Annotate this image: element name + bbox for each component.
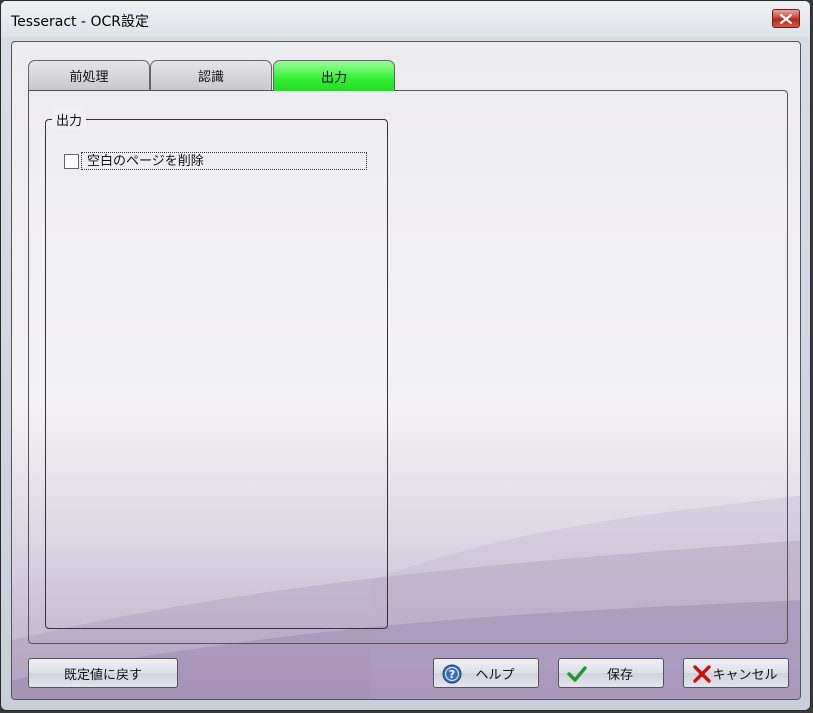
tab-label: 認識 bbox=[197, 70, 224, 85]
settings-dialog: Tesseract - OCR設定 前処理 認識 出力 出力 空白のページを削除… bbox=[0, 0, 811, 711]
checkmark-icon bbox=[567, 666, 587, 682]
delete-blank-pages-checkbox[interactable] bbox=[64, 153, 79, 169]
delete-blank-pages-label[interactable]: 空白のページを削除 bbox=[81, 152, 367, 170]
save-button[interactable]: 保存 bbox=[558, 658, 664, 688]
group-legend: 出力 bbox=[52, 110, 87, 129]
dialog-body: 前処理 認識 出力 出力 空白のページを削除 既定値に戻す ? ヘルプ 保存 キ… bbox=[11, 41, 801, 700]
output-tab-panel: 出力 空白のページを削除 bbox=[28, 90, 788, 644]
delete-blank-pages-option[interactable]: 空白のページを削除 bbox=[64, 152, 367, 170]
tab-preprocess[interactable]: 前処理 bbox=[28, 60, 150, 90]
help-icon: ? bbox=[442, 664, 462, 684]
save-label: 保存 bbox=[606, 667, 633, 683]
tab-output[interactable]: 出力 bbox=[273, 60, 395, 91]
help-button[interactable]: ? ヘルプ bbox=[433, 658, 539, 688]
reset-defaults-button[interactable]: 既定値に戻す bbox=[28, 658, 178, 688]
title-bar[interactable]: Tesseract - OCR設定 bbox=[1, 1, 810, 37]
tab-recognition[interactable]: 認識 bbox=[150, 60, 272, 90]
close-button[interactable] bbox=[772, 9, 800, 28]
tab-label: 出力 bbox=[320, 70, 347, 86]
tab-label: 前処理 bbox=[69, 70, 109, 85]
cancel-button[interactable]: キャンセル bbox=[683, 658, 789, 688]
reset-defaults-label: 既定値に戻す bbox=[63, 667, 142, 683]
cancel-x-icon bbox=[693, 665, 711, 683]
output-groupbox: 出力 空白のページを削除 bbox=[45, 110, 388, 629]
window-title: Tesseract - OCR設定 bbox=[11, 14, 149, 30]
help-label: ヘルプ bbox=[475, 667, 515, 683]
svg-text:?: ? bbox=[449, 668, 455, 681]
cancel-label: キャンセル bbox=[712, 667, 778, 683]
close-icon bbox=[780, 13, 792, 24]
